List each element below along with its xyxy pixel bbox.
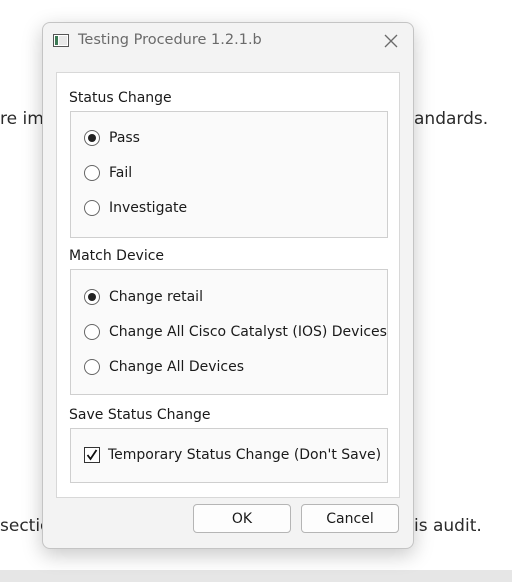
match-device-label: Match Device <box>69 248 165 264</box>
dialog-title: Testing Procedure 1.2.1.b <box>78 32 262 48</box>
radio-change-all-devices-label: Change All Devices <box>109 359 245 375</box>
dialog-titlebar[interactable]: Testing Procedure 1.2.1.b <box>43 23 413 59</box>
radio-fail[interactable]: Fail <box>84 162 132 184</box>
radio-pass-label: Pass <box>109 130 140 146</box>
background-text-left-1: re im <box>0 109 44 129</box>
radio-button[interactable] <box>84 200 100 216</box>
close-icon <box>384 34 398 48</box>
background-bottom-strip <box>0 570 512 582</box>
radio-button-checked[interactable] <box>84 289 100 305</box>
dialog-content-panel: Status Change Pass Fail Investigate Matc… <box>56 72 400 498</box>
background-text-right-2: is audit. <box>414 516 482 536</box>
background-text-right-1: andards. <box>414 109 489 129</box>
save-status-change-label: Save Status Change <box>69 407 211 423</box>
close-button[interactable] <box>379 29 403 53</box>
checkbox-temporary-status[interactable]: Temporary Status Change (Don't Save) <box>84 444 381 466</box>
radio-change-all-cisco-label: Change All Cisco Catalyst (IOS) Devices <box>109 324 387 340</box>
radio-button[interactable] <box>84 165 100 181</box>
radio-fail-label: Fail <box>109 165 133 181</box>
save-status-change-group: Temporary Status Change (Don't Save) <box>70 428 388 483</box>
status-change-label: Status Change <box>69 90 172 106</box>
status-change-group: Pass Fail Investigate <box>70 111 388 238</box>
ok-button[interactable]: OK <box>193 504 291 533</box>
checkbox-checked[interactable] <box>84 447 100 463</box>
cancel-button[interactable]: Cancel <box>301 504 399 533</box>
radio-change-all-devices[interactable]: Change All Devices <box>84 356 244 378</box>
radio-button-checked[interactable] <box>84 130 100 146</box>
radio-button[interactable] <box>84 359 100 375</box>
checkbox-temporary-status-label: Temporary Status Change (Don't Save) <box>108 447 382 463</box>
testing-procedure-dialog: Testing Procedure 1.2.1.b Status Change … <box>42 22 414 549</box>
radio-investigate-label: Investigate <box>109 200 188 216</box>
app-window-icon <box>53 34 69 47</box>
radio-pass[interactable]: Pass <box>84 127 140 149</box>
radio-change-retail-label: Change retail <box>109 289 203 305</box>
radio-button[interactable] <box>84 324 100 340</box>
checkmark-icon <box>86 449 98 461</box>
match-device-group: Change retail Change All Cisco Catalyst … <box>70 269 388 395</box>
radio-change-retail[interactable]: Change retail <box>84 286 203 308</box>
radio-investigate[interactable]: Investigate <box>84 197 187 219</box>
radio-change-all-cisco[interactable]: Change All Cisco Catalyst (IOS) Devices <box>84 321 387 343</box>
